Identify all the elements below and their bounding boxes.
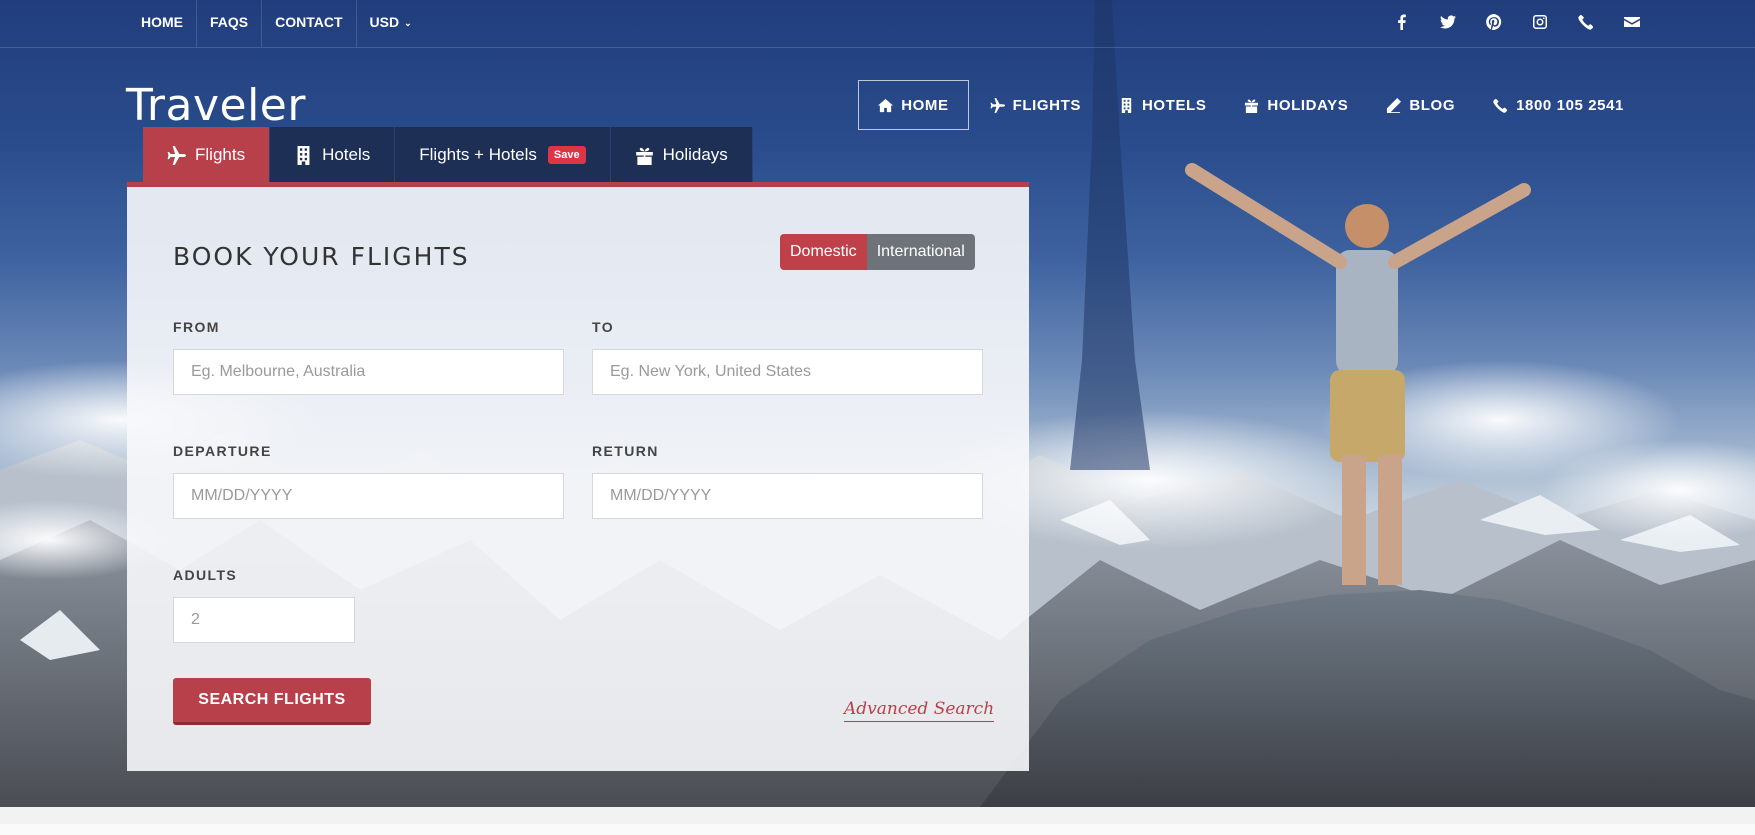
page-bottom-strip <box>0 807 1755 835</box>
save-badge: Save <box>547 146 586 164</box>
search-flights-button[interactable]: SEARCH FLIGHTS <box>173 678 371 725</box>
nav-blog[interactable]: BLOG <box>1367 80 1474 130</box>
plane-icon <box>990 97 1005 113</box>
instagram-icon[interactable] <box>1517 10 1563 34</box>
chevron-down-icon: ⌄ <box>404 18 412 28</box>
panel-title: BOOK YOUR FLIGHTS <box>173 242 470 271</box>
plane-icon <box>167 145 186 165</box>
tab-flights-hotels-label: Flights + Hotels <box>419 145 537 164</box>
currency-label: USD <box>369 14 400 30</box>
top-link-faqs[interactable]: FAQS <box>197 0 263 47</box>
top-bar: HOME FAQS CONTACT USD ⌄ <box>0 0 1755 48</box>
main-nav: HOME FLIGHTS HOTELS HOLIDAYS BLOG 1800 1… <box>858 80 1643 130</box>
phone-icon <box>1493 98 1508 113</box>
building-icon <box>1121 97 1132 113</box>
social-links <box>1379 10 1655 34</box>
adults-input[interactable] <box>173 597 355 643</box>
facebook-icon[interactable] <box>1379 10 1425 34</box>
booking-panel: BOOK YOUR FLIGHTS Domestic International… <box>127 182 1029 771</box>
tab-holidays[interactable]: Holidays <box>610 127 753 183</box>
return-label: RETURN <box>592 443 659 459</box>
nav-home[interactable]: HOME <box>858 80 969 130</box>
from-label: FROM <box>173 319 220 335</box>
domestic-option[interactable]: Domestic <box>780 234 867 270</box>
envelope-icon[interactable] <box>1609 10 1655 34</box>
tab-flights[interactable]: Flights <box>143 127 271 183</box>
tab-holidays-label: Holidays <box>662 145 728 164</box>
nav-flights[interactable]: FLIGHTS <box>971 80 1100 130</box>
brand-logo[interactable]: Traveler <box>126 80 306 131</box>
building-icon <box>297 145 310 165</box>
search-tabs: Flights Hotels Flights + Hotels Save Hol… <box>143 127 753 183</box>
divider <box>0 824 1755 835</box>
return-date-input[interactable] <box>592 473 983 519</box>
top-link-contact[interactable]: CONTACT <box>262 0 357 47</box>
gift-icon <box>1245 98 1259 113</box>
tab-flights-label: Flights <box>195 145 246 164</box>
nav-holidays-label: HOLIDAYS <box>1267 96 1349 114</box>
gift-icon <box>635 147 653 165</box>
adults-label: ADULTS <box>173 567 238 583</box>
tab-flights-hotels[interactable]: Flights + Hotels Save <box>395 127 611 183</box>
twitter-icon[interactable] <box>1425 10 1471 34</box>
departure-date-input[interactable] <box>173 473 564 519</box>
pinterest-icon[interactable] <box>1471 10 1517 34</box>
nav-home-label: HOME <box>901 96 949 114</box>
to-input[interactable] <box>592 349 983 395</box>
departure-label: DEPARTURE <box>173 443 272 459</box>
to-label: TO <box>592 319 614 335</box>
home-icon <box>878 98 894 112</box>
tab-hotels[interactable]: Hotels <box>270 127 396 183</box>
nav-phone-label: 1800 105 2541 <box>1516 96 1624 114</box>
international-option[interactable]: International <box>866 234 975 270</box>
phone-icon[interactable] <box>1563 10 1609 34</box>
nav-holidays[interactable]: HOLIDAYS <box>1225 80 1367 130</box>
trip-type-toggle: Domestic International <box>780 234 975 270</box>
top-nav: HOME FAQS CONTACT USD ⌄ <box>128 0 425 47</box>
nav-blog-label: BLOG <box>1409 96 1456 114</box>
nav-phone[interactable]: 1800 105 2541 <box>1474 80 1643 130</box>
nav-hotels[interactable]: HOTELS <box>1100 80 1225 130</box>
nav-flights-label: FLIGHTS <box>1012 96 1081 114</box>
top-link-home[interactable]: HOME <box>128 0 197 47</box>
tab-hotels-label: Hotels <box>322 145 371 164</box>
nav-hotels-label: HOTELS <box>1141 96 1207 114</box>
currency-dropdown[interactable]: USD ⌄ <box>357 0 425 47</box>
pencil-icon <box>1387 97 1402 113</box>
from-input[interactable] <box>173 349 564 395</box>
advanced-search-link[interactable]: Advanced Search <box>844 699 995 722</box>
